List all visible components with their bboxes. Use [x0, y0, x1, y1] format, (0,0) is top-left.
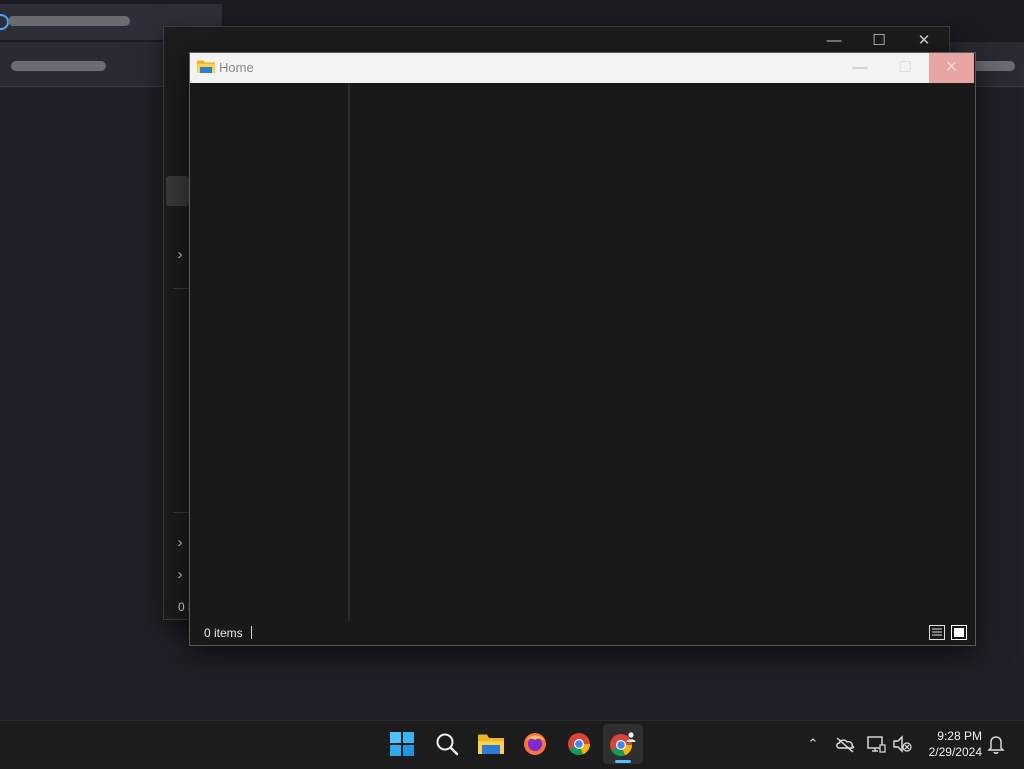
system-clock[interactable]: 9:28 PM 2/29/2024 [918, 728, 982, 760]
volume-muted-icon[interactable] [892, 733, 912, 755]
details-view-icon[interactable] [929, 625, 945, 640]
status-item-count: 0 items [204, 626, 243, 640]
network-icon[interactable] [866, 733, 886, 755]
chrome-profile-icon [610, 732, 636, 757]
toolbar-placeholder [11, 61, 106, 71]
status-separator [251, 626, 252, 639]
nav-pane-selected-item[interactable] [166, 176, 189, 206]
minimize-icon[interactable]: — [846, 53, 874, 83]
clock-date: 2/29/2024 [928, 745, 982, 759]
nav-divider [173, 288, 189, 289]
chrome-icon [568, 733, 591, 756]
chevron-up-icon[interactable]: ⌃ [804, 733, 822, 755]
start-button[interactable] [382, 724, 422, 764]
notification-bell-icon[interactable] [986, 733, 1006, 755]
chevron-right-icon[interactable]: › [173, 246, 187, 263]
tiles-view-icon[interactable] [951, 625, 967, 640]
maximize-icon[interactable]: ☐ [891, 53, 919, 83]
clock-time: 9:28 PM [937, 729, 982, 743]
tab-title-placeholder [8, 16, 130, 26]
chrome-taskbar-button[interactable] [559, 724, 599, 764]
folder-icon [197, 60, 215, 73]
search-icon [436, 733, 459, 756]
status-bar [190, 621, 974, 643]
firefox-taskbar-button[interactable] [515, 724, 555, 764]
folder-icon [478, 734, 504, 754]
search-button[interactable] [427, 724, 467, 764]
chevron-right-icon[interactable]: › [173, 534, 187, 551]
nav-divider [173, 512, 189, 513]
window-title: Home [219, 60, 254, 75]
onedrive-cloud-offline-icon[interactable] [835, 733, 855, 755]
maximize-icon[interactable]: ☐ [865, 27, 893, 55]
close-icon[interactable]: ✕ [910, 27, 938, 55]
minimize-icon[interactable]: — [820, 27, 848, 55]
toolbar-placeholder [972, 61, 1015, 71]
file-list-area[interactable] [350, 83, 974, 621]
navigation-pane[interactable] [190, 83, 348, 621]
active-app-indicator [615, 760, 631, 763]
windows-logo-icon [390, 732, 414, 756]
chevron-right-icon[interactable]: › [173, 566, 187, 583]
file-explorer-taskbar-button[interactable] [471, 724, 511, 764]
close-icon[interactable]: ✕ [929, 53, 974, 83]
chrome-profile-taskbar-button[interactable] [603, 724, 643, 764]
firefox-icon [524, 733, 546, 755]
